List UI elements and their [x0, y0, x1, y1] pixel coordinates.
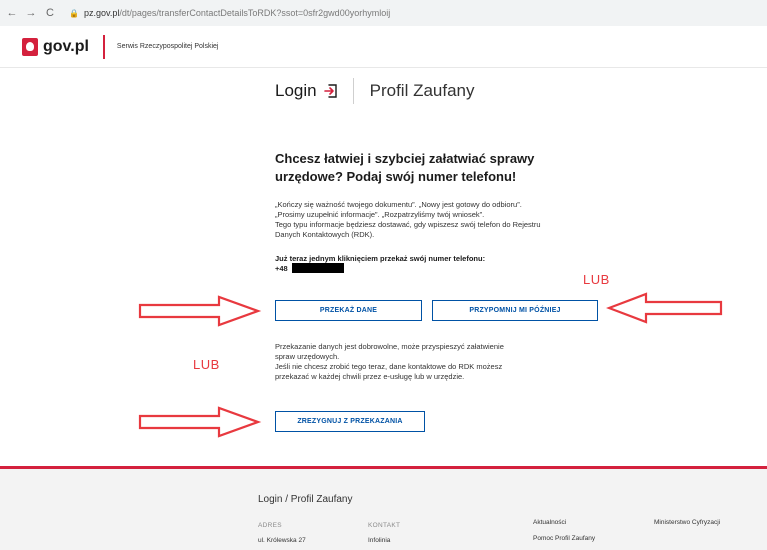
headline: Chcesz łatwiej i szybciej załatwiać spra… [275, 151, 535, 184]
info-line: Tego typu informacje będziesz dostawać, … [275, 220, 541, 229]
header-divider [102, 34, 105, 59]
arrow-left-icon [606, 292, 723, 324]
site-header: gov.pl Serwis Rzeczypospolitej Polskiej [0, 26, 767, 68]
url-host: pz.gov.pl [83, 8, 120, 18]
back-icon[interactable]: ← [5, 6, 19, 20]
browser-toolbar: ← → C 🔒 pz.gov.pl/dt/pages/transferConta… [0, 0, 767, 26]
footer: Login / Profil Zaufany ADRES ul. Królews… [0, 466, 767, 550]
arrow-right-icon [138, 406, 262, 438]
voluntary-line: Przekazanie danych jest dobrowolne, może… [275, 342, 504, 351]
url-path: /dt/pages/transferContactDetailsToRDK?ss… [119, 8, 391, 18]
info-line: Danych Kontaktowych (RDK). [275, 230, 375, 239]
page-title: Login Profil Zaufany [275, 78, 475, 104]
footer-link-help[interactable]: Pomoc Profil Zaufany [533, 535, 595, 542]
phone-redaction [291, 263, 344, 273]
info-line: „Prosimy uzupełnić informacje”. „Rozpatr… [275, 210, 485, 219]
footer-contact-value: Infolinia [368, 537, 391, 544]
voluntary-paragraph: Przekazanie danych jest dobrowolne, może… [275, 342, 585, 382]
footer-link-news[interactable]: Aktualności [533, 519, 566, 526]
address-bar[interactable]: 🔒 pz.gov.pl/dt/pages/transferContactDeta… [69, 8, 390, 18]
voluntary-line: przekazać w każdej chwili przez e-usługę… [275, 372, 465, 381]
forward-icon[interactable]: → [24, 6, 38, 20]
footer-title: Login / Profil Zaufany [258, 494, 353, 505]
footer-contact-label: KONTAKT [368, 522, 401, 529]
info-paragraph: „Kończy się ważność twojego dokumentu”. … [275, 200, 585, 240]
login-icon [323, 84, 337, 98]
lock-icon: 🔒 [69, 8, 79, 18]
phone-prefix: +48 [275, 263, 288, 273]
phone-number: +48 [275, 263, 344, 273]
arrow-right-icon [138, 295, 262, 327]
voluntary-line: spraw urzędowych. [275, 352, 340, 361]
footer-link-ministry[interactable]: Ministerstwo Cyfryzacji [654, 519, 720, 526]
polish-emblem-icon [22, 37, 38, 56]
header-subtitle: Serwis Rzeczypospolitej Polskiej [116, 43, 219, 50]
gov-logo[interactable]: gov.pl [43, 38, 89, 56]
login-title: Login [275, 81, 317, 100]
service-title: Profil Zaufany [369, 81, 475, 100]
lub-annotation: LUB [583, 272, 610, 287]
lub-annotation: LUB [193, 357, 220, 372]
footer-address-value: ul. Królewska 27 [258, 537, 306, 544]
decline-transfer-button[interactable]: ZREZYGNUJ Z PRZEKAZANIA [275, 411, 425, 432]
remind-later-button[interactable]: PRZYPOMNIJ MI PÓŹNIEJ [432, 300, 598, 321]
voluntary-line: Jeśli nie chcesz zrobić tego teraz, dane… [275, 362, 503, 371]
reload-icon[interactable]: C [43, 6, 57, 20]
transfer-data-button[interactable]: PRZEKAŻ DANE [275, 300, 422, 321]
info-line: „Kończy się ważność twojego dokumentu”. … [275, 200, 522, 209]
phone-label: Już teraz jednym kliknięciem przekaż swó… [275, 254, 486, 263]
footer-address-label: ADRES [258, 522, 282, 529]
title-divider [352, 78, 354, 104]
